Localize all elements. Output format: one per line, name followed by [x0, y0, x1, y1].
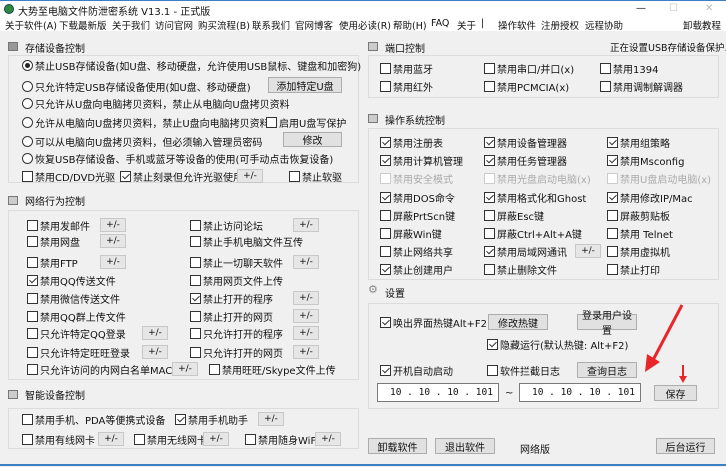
annotation-arrows: [645, 304, 687, 383]
red-arrow-long: [650, 304, 684, 363]
red-arrow-long-head: [645, 354, 660, 372]
red-arrow-short-head: [679, 376, 687, 383]
